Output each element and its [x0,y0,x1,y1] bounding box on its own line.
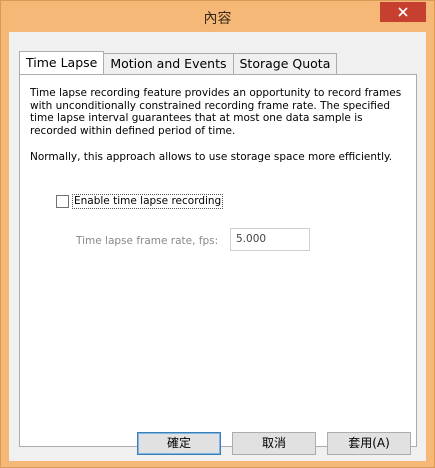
tab-motion-and-events[interactable]: Motion and Events [103,53,234,74]
enable-time-lapse-label[interactable]: Enable time lapse recording [72,194,224,209]
tab-time-lapse[interactable]: Time Lapse [19,51,105,74]
tab-strip: Time Lapse Motion and Events Storage Quo… [19,51,338,74]
properties-dialog: 內容 Time Lapse Motion and Events Storage … [0,0,435,468]
tab-storage-quota[interactable]: Storage Quota [232,53,338,74]
apply-button[interactable]: 套用(A) [327,432,411,455]
enable-time-lapse-row[interactable]: Enable time lapse recording [56,194,224,209]
close-button[interactable] [380,2,426,22]
frame-rate-label: Time lapse frame rate, fps: [76,235,219,247]
frame-rate-input[interactable]: 5.000 [230,228,310,251]
tab-panel: Time lapse recording feature provides an… [19,74,417,447]
cancel-button[interactable]: 取消 [232,432,316,455]
close-icon [398,7,408,17]
feature-description: Time lapse recording feature provides an… [30,87,402,137]
title-bar[interactable]: 內容 [1,1,434,32]
enable-time-lapse-checkbox[interactable] [56,195,69,208]
window-title: 內容 [203,11,232,27]
dialog-client-area: Time Lapse Motion and Events Storage Quo… [9,32,426,461]
feature-note: Normally, this approach allows to use st… [30,151,393,163]
ok-button[interactable]: 確定 [137,432,221,455]
